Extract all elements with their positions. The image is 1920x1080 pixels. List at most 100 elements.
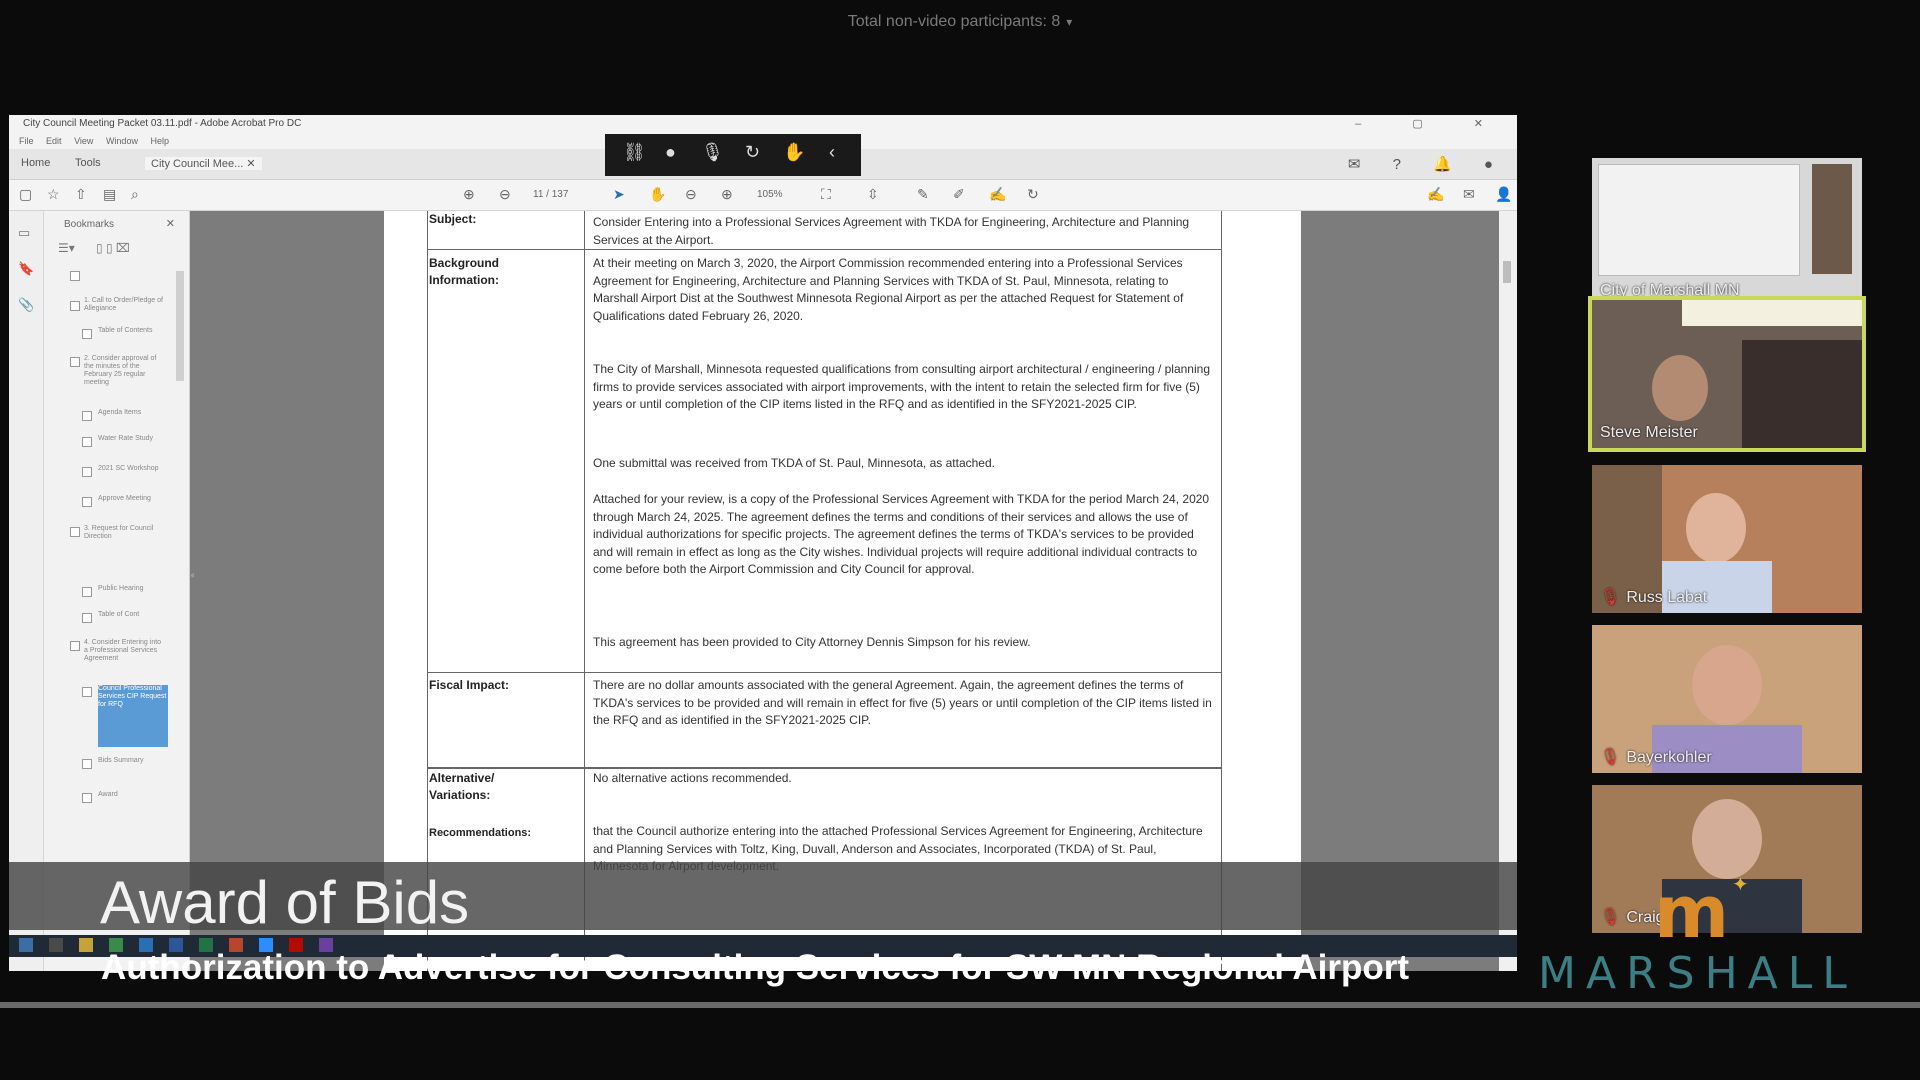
participant-tile[interactable]: City of Marshall MN — [1592, 158, 1862, 306]
bookmark-add-icon[interactable]: ▯ ▯ ⌧ — [96, 241, 130, 255]
bookmark-item[interactable]: Agenda Items — [98, 409, 164, 417]
lower-third-title: Award of Bids — [100, 869, 470, 936]
print-icon[interactable]: ▤ — [103, 186, 116, 203]
account-icons[interactable]: ✉ ? 🔔 ● — [1348, 155, 1507, 173]
menu-view[interactable]: View — [74, 136, 93, 146]
bookmarks-scrollbar[interactable] — [176, 271, 184, 381]
chevron-down-icon[interactable]: ▾ — [1066, 15, 1072, 29]
select-cursor-icon[interactable]: ➤ — [613, 186, 625, 203]
search-icon[interactable] — [49, 938, 63, 952]
tab-tools[interactable]: Tools — [75, 157, 101, 169]
participant-name: Russ Labat — [1626, 589, 1708, 606]
sign-icon[interactable]: ✍ — [989, 186, 1006, 203]
zoom-in-icon[interactable]: ⊕ — [721, 186, 733, 203]
shared-screen: City Council Meeting Packet 03.11.pdf - … — [9, 115, 1517, 971]
create-icon[interactable]: ▢ — [19, 186, 32, 203]
share-icon[interactable]: ↻ — [1027, 186, 1039, 203]
bookmark-page-icon — [82, 759, 92, 769]
participant-face — [1686, 493, 1746, 563]
bookmark-page-icon — [82, 411, 92, 421]
zoom-out-icon[interactable]: ⊖ — [685, 186, 697, 203]
highlight-icon[interactable]: ✐ — [953, 186, 965, 203]
bookmark-item[interactable]: 1. Call to Order/Pledge of Allegiance — [84, 297, 164, 313]
muted-mic-icon: 🎙 — [1600, 589, 1621, 606]
bookmark-item[interactable]: Public Hearing — [98, 585, 164, 593]
bookmark-page-icon — [70, 357, 80, 367]
background-paragraph: The City of Marshall, Minnesota requeste… — [593, 362, 1210, 412]
search-icon[interactable]: ⌕ — [131, 186, 139, 203]
participants-banner[interactable]: Total non-video participants: 8 ▾ — [0, 0, 1920, 48]
bookmarks-icon[interactable]: 🔖 — [18, 261, 34, 277]
fiscal-label: Fiscal Impact: — [429, 678, 510, 692]
divider — [0, 1002, 1920, 1008]
collapse-panel-icon[interactable]: ◂ — [189, 570, 194, 581]
page-up-icon[interactable]: ⊕ — [463, 186, 475, 203]
zoom-level[interactable]: 105% — [757, 189, 783, 200]
bookmark-item[interactable]: 4. Consider Entering into a Professional… — [84, 639, 164, 663]
scroll-thumb[interactable] — [1503, 261, 1511, 283]
wall-panel — [1742, 340, 1862, 448]
pages-icon[interactable]: ▭ — [18, 225, 30, 241]
remote-control-icon[interactable]: ✋ — [783, 142, 805, 163]
page-indicator[interactable]: 11 / 137 — [533, 189, 568, 200]
scroll-mode-icon[interactable]: ⇳ — [867, 186, 879, 203]
close-icon[interactable]: ✕ — [166, 217, 175, 230]
fit-page-icon[interactable]: ⛶ — [821, 186, 831, 203]
collapse-icon[interactable]: ‹ — [829, 142, 835, 163]
bookmark-item[interactable]: 2. Consider approval of the minutes of t… — [84, 355, 164, 387]
bookmark-item[interactable]: 2021 SC Workshop — [98, 465, 164, 473]
fiscal-text: There are no dollar amounts associated w… — [593, 678, 1212, 728]
menu-edit[interactable]: Edit — [46, 136, 62, 146]
bookmark-item[interactable]: Approve Meeting — [98, 495, 164, 503]
bookmark-item[interactable]: Bids Summary — [98, 757, 164, 765]
attachments-icon[interactable]: 📎 — [18, 297, 34, 313]
record-icon[interactable]: ● — [665, 142, 676, 163]
participant-tile-active-speaker[interactable]: Steve Meister — [1588, 296, 1866, 452]
upload-icon[interactable]: ⇧ — [75, 186, 87, 203]
window-titlebar: City Council Meeting Packet 03.11.pdf - … — [9, 115, 1517, 133]
logo-star-icon: ✦ — [1732, 874, 1749, 896]
page-down-icon[interactable]: ⊖ — [499, 186, 511, 203]
bookmark-item[interactable]: Award — [98, 791, 164, 799]
marshall-logo-mark: m — [1654, 870, 1730, 954]
start-icon[interactable] — [19, 938, 33, 952]
bookmark-star-icon[interactable]: ☆ — [47, 186, 60, 203]
table-border — [427, 672, 1222, 673]
bookmarks-panel: Bookmarks ✕ ☰▾ ▯ ▯ ⌧ 1. Call to Order/Pl… — [44, 211, 190, 971]
fill-sign-icon[interactable]: ✍ — [1427, 186, 1444, 203]
bookmark-item[interactable]: Table of Contents — [98, 327, 164, 335]
bookmark-item-selected[interactable]: Council Professional Services CIP Reques… — [98, 685, 168, 747]
bookmark-item[interactable]: Table of Cont — [98, 611, 164, 619]
bookmark-item[interactable]: Water Rate Study — [98, 435, 164, 443]
acrobat-toolbar: ▢ ☆ ⇧ ▤ ⌕ ⊕ ⊖ 11 / 137 ➤ ✋ ⊖ ⊕ 105% ⛶ ⇳ … — [9, 180, 1517, 211]
add-user-icon[interactable]: 👤 — [1495, 186, 1512, 203]
hand-icon[interactable]: ✋ — [649, 186, 666, 203]
bookmark-page-icon — [82, 437, 92, 447]
window-controls[interactable]: – ▢ ✕ — [1355, 115, 1507, 133]
bookmark-item[interactable]: 3. Request for Council Direction — [84, 525, 164, 541]
annotate-icon[interactable]: ⛓ — [623, 142, 646, 163]
email-icon[interactable]: ✉ — [1463, 186, 1475, 203]
bookmark-page-icon — [82, 687, 92, 697]
bookmark-page-icon — [82, 587, 92, 597]
participant-face — [1692, 645, 1762, 725]
ceiling-light — [1682, 300, 1862, 326]
participant-tile[interactable]: 🎙 Bayerkohler — [1592, 625, 1862, 773]
menu-file[interactable]: File — [19, 136, 34, 146]
microphone-icon[interactable]: 🎙 — [701, 142, 724, 163]
background-paragraph: At their meeting on March 3, 2020, the A… — [593, 256, 1184, 323]
participant-face — [1652, 355, 1708, 421]
menu-window[interactable]: Window — [106, 136, 138, 146]
table-border — [427, 767, 1222, 769]
tab-document[interactable]: City Council Mee... ✕ — [145, 157, 262, 170]
participant-tile[interactable]: 🎙 Russ Labat — [1592, 465, 1862, 613]
bookmark-page-icon — [70, 301, 80, 311]
menu-help[interactable]: Help — [150, 136, 169, 146]
explorer-icon[interactable] — [79, 938, 93, 952]
bookmark-options-icon[interactable]: ☰▾ — [58, 241, 75, 255]
bookmark-page-icon — [82, 497, 92, 507]
comment-icon[interactable]: ✎ — [917, 186, 929, 203]
tab-home[interactable]: Home — [21, 157, 50, 169]
document-scrollbar[interactable] — [1499, 211, 1517, 971]
refresh-icon[interactable]: ↻ — [745, 142, 760, 163]
